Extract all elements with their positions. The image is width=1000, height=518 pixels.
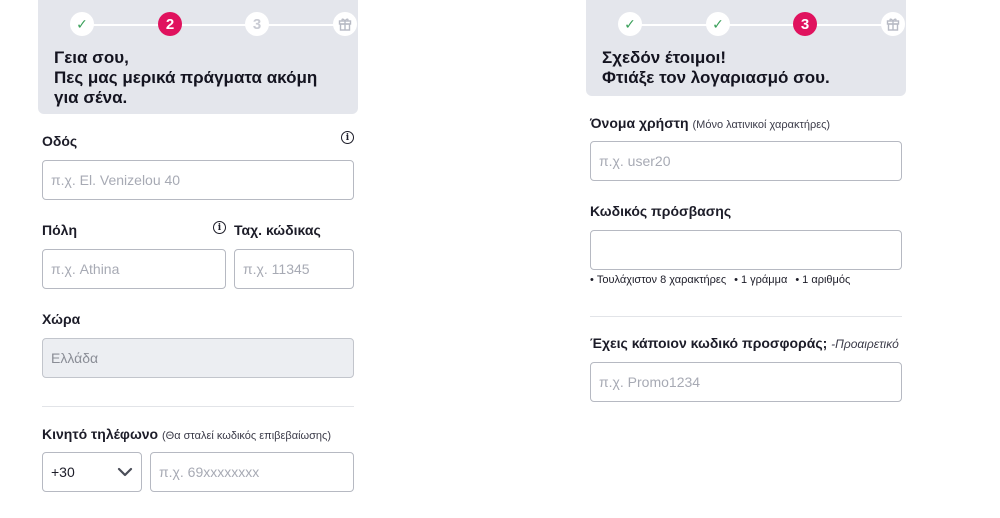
promo-label: Έχεις κάποιον κωδικό προσφοράς; — [590, 335, 828, 351]
street-label: Οδός — [42, 133, 78, 149]
password-requirements: Τουλάχιστον 8 χαρακτήρες 1 γράμμα 1 αριθ… — [590, 274, 850, 286]
promo-code-input[interactable]: π.χ. Promo1234 — [590, 362, 902, 402]
step-3-active: 3 — [793, 12, 817, 36]
progress-stepper: ✓ 2 3 — [54, 12, 357, 38]
step-header: ✓ ✓ 3 Σχεδόν έτοιμοι! Φτιάξε τον λογαρια… — [586, 0, 906, 96]
phone-label-row: Κινητό τηλέφωνο (Θα σταλεί κωδικός επιβε… — [42, 426, 331, 442]
promo-label-row: Έχεις κάποιον κωδικό προσφοράς; -Προαιρε… — [590, 335, 899, 351]
chevron-down-icon — [117, 464, 133, 480]
username-hint: (Μόνο λατινικοί χαρακτήρες) — [692, 119, 831, 131]
phone-label: Κινητό τηλέφωνο — [42, 426, 159, 442]
username-label-row: Όνομα χρήστη (Μόνο λατινικοί χαρακτήρες) — [590, 115, 830, 131]
section-divider — [42, 406, 354, 407]
requirement-length: Τουλάχιστον 8 χαρακτήρες — [590, 274, 726, 286]
address-step-panel: ✓ 2 3 Γεια σου, Πες μας μερικά πράγματα … — [38, 0, 358, 114]
header-line-2: Πες μας μερικά πράγματα ακόμη — [54, 68, 318, 87]
street-input[interactable]: π.χ. El. Venizelou 40 — [42, 160, 354, 200]
step-2-done: ✓ — [706, 12, 730, 36]
requirement-letter: 1 γράμμα — [734, 274, 787, 286]
phone-input[interactable]: π.χ. 69xxxxxxxx — [150, 452, 354, 492]
account-step-panel: ✓ ✓ 3 Σχεδόν έτοιμοι! Φτιάξε τον λογαρια… — [586, 0, 906, 96]
gift-icon — [881, 12, 905, 36]
header-line-2: Φτιάξε τον λογαριασμό σου. — [602, 68, 830, 87]
city-input[interactable]: π.χ. Athina — [42, 249, 226, 289]
username-input[interactable]: π.χ. user20 — [590, 141, 902, 181]
step-1-done: ✓ — [70, 12, 94, 36]
step-2-active: 2 — [158, 12, 182, 36]
step-1-done: ✓ — [618, 12, 642, 36]
header-line-1: Σχεδόν έτοιμοι! — [602, 48, 726, 67]
header-line-1: Γεια σου, — [54, 48, 129, 67]
header-line-3: για σένα. — [54, 88, 128, 107]
gift-icon — [333, 12, 357, 36]
postal-label: Ταχ. κώδικας — [234, 222, 321, 238]
city-label: Πόλη — [42, 222, 77, 238]
section-divider — [590, 316, 902, 317]
phone-hint: (Θα σταλεί κωδικός επιβεβαίωσης) — [162, 430, 331, 442]
step-3: 3 — [245, 12, 269, 36]
country-field: Ελλάδα — [42, 338, 354, 378]
country-code-value: +30 — [51, 464, 75, 480]
street-info-icon[interactable]: i — [341, 131, 354, 144]
username-label: Όνομα χρήστη — [590, 115, 689, 131]
step-header: ✓ 2 3 Γεια σου, Πες μας μερικά πράγματα … — [38, 0, 358, 114]
header-greeting: Σχεδόν έτοιμοι! Φτιάξε τον λογαριασμό σο… — [602, 48, 890, 88]
stepper-line — [82, 24, 354, 26]
promo-optional-hint: -Προαιρετικό — [831, 337, 899, 351]
city-info-icon[interactable]: i — [213, 221, 226, 234]
country-label: Χώρα — [42, 311, 81, 327]
country-code-select[interactable]: +30 — [42, 452, 142, 492]
stepper-line — [630, 24, 894, 26]
password-input[interactable] — [590, 230, 902, 270]
password-label: Κωδικός πρόσβασης — [590, 203, 732, 219]
postal-code-input[interactable]: π.χ. 11345 — [234, 249, 354, 289]
progress-stepper: ✓ ✓ 3 — [602, 12, 905, 38]
requirement-number: 1 αριθμός — [795, 274, 850, 286]
header-greeting: Γεια σου, Πες μας μερικά πράγματα ακόμη … — [54, 48, 342, 108]
